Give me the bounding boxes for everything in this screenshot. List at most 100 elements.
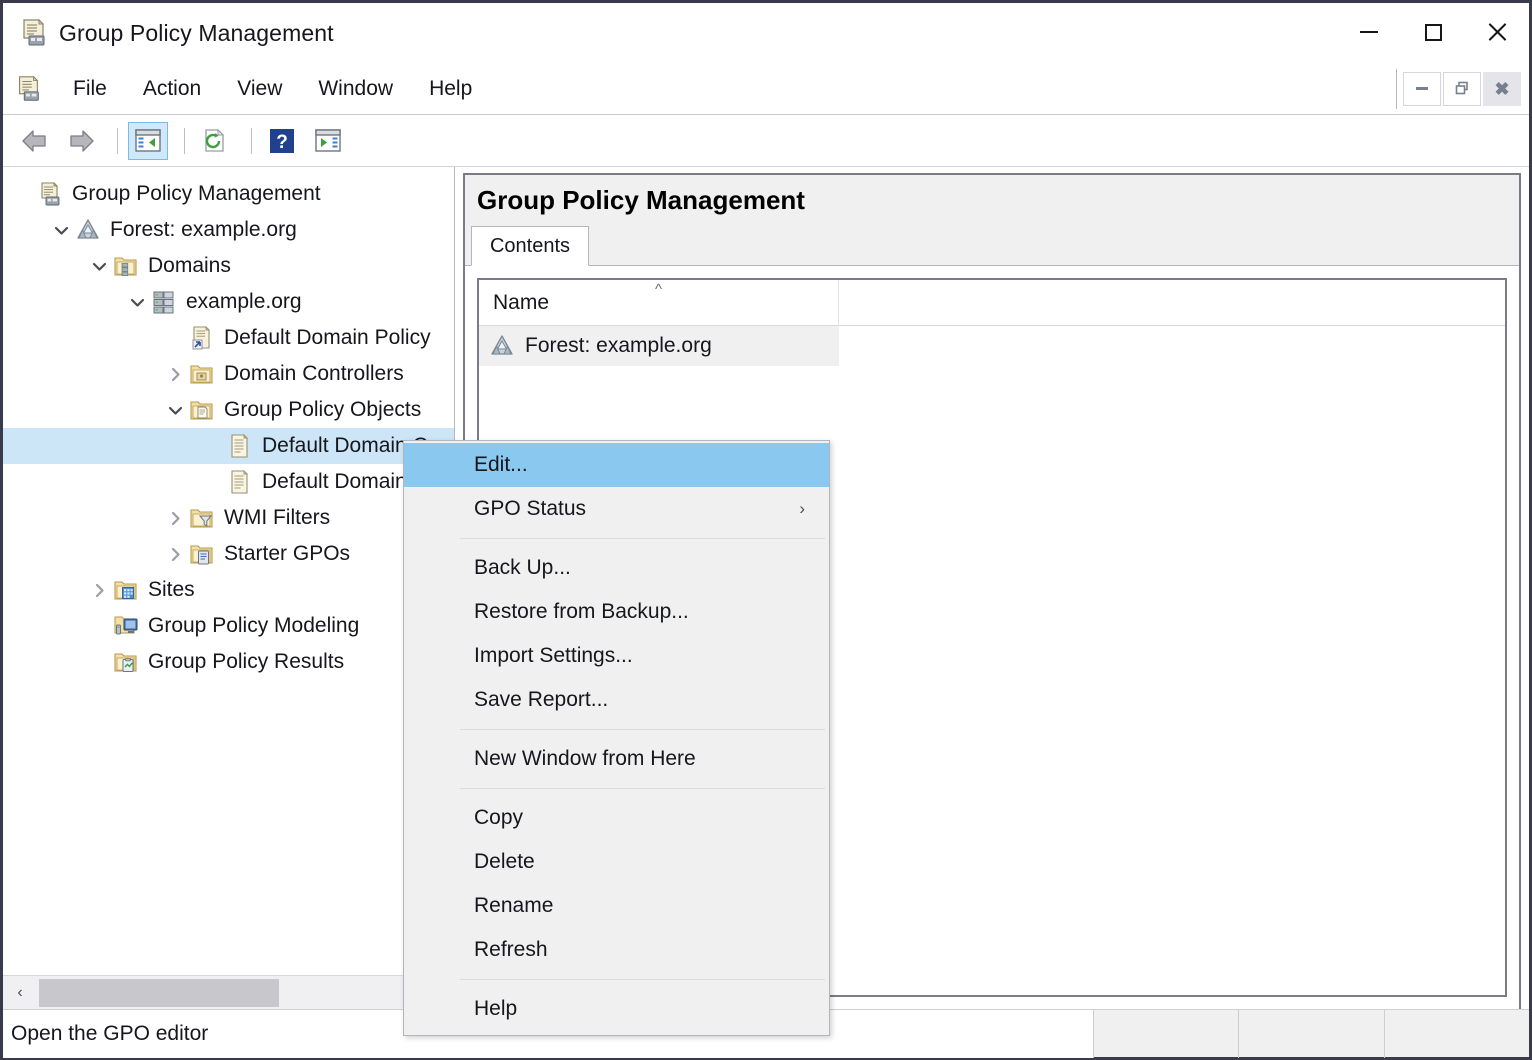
tab-contents[interactable]: Contents <box>471 226 589 266</box>
tree-node-label: WMI Filters <box>224 506 330 530</box>
chevron-right-icon[interactable] <box>161 510 189 527</box>
gpmc-console-icon <box>13 74 43 104</box>
chevron-right-icon[interactable] <box>161 546 189 563</box>
ctx-rename[interactable]: Rename <box>404 884 829 928</box>
chevron-down-icon[interactable] <box>161 402 189 419</box>
maximize-button[interactable] <box>1401 3 1465 61</box>
ou-folder-icon <box>189 361 215 387</box>
back-button[interactable] <box>15 122 55 160</box>
tree-node-group-policy-modeling[interactable]: Group Policy Modeling <box>3 608 454 644</box>
gpmc-console-icon <box>37 181 63 207</box>
chevron-right-icon <box>167 546 184 563</box>
ctx-refresh[interactable]: Refresh <box>404 928 829 972</box>
tabstrip: Contents <box>465 226 1519 266</box>
toolbar-separator <box>117 128 118 154</box>
chevron-right-icon <box>167 510 184 527</box>
context-menu[interactable]: Edit...GPO Status› Back Up... Restore from… <box>403 440 830 1036</box>
ctx-delete[interactable]: Delete <box>404 840 829 884</box>
tree-node-label: Group Policy Results <box>148 650 344 674</box>
ctx-new-window-from-here[interactable]: New Window from Here <box>404 737 829 781</box>
tree-node-group-policy-management[interactable]: Group Policy Management <box>3 176 454 212</box>
menu-item-label: Help <box>474 997 517 1021</box>
mdi-minimize-button[interactable] <box>1403 72 1441 106</box>
chevron-right-icon <box>91 582 108 599</box>
ctx-edit[interactable]: Edit... <box>404 443 829 487</box>
ctx-gpo-status[interactable]: GPO Status› <box>404 487 829 531</box>
tree-node-label: example.org <box>186 290 302 314</box>
ctx-save-report[interactable]: Save Report... <box>404 678 829 722</box>
scrollbar-thumb[interactable] <box>39 979 279 1007</box>
chevron-down-icon[interactable] <box>47 222 75 239</box>
mdi-close-button[interactable]: ✖ <box>1483 72 1521 106</box>
menu-file[interactable]: File <box>57 73 123 105</box>
tree-node-label: Sites <box>148 578 195 602</box>
menu-separator <box>460 979 825 980</box>
menu-view[interactable]: View <box>221 73 298 105</box>
menu-window[interactable]: Window <box>302 73 409 105</box>
tree-horizontal-scrollbar[interactable]: ‹ <box>3 975 454 1009</box>
tree-node-wmi-filters[interactable]: WMI Filters <box>3 500 454 536</box>
show-action-pane-button[interactable] <box>308 122 348 160</box>
minimize-button[interactable] <box>1337 3 1401 61</box>
tree-node-default-domain-policy[interactable]: Default Domain Policy <box>3 320 454 356</box>
ctx-help[interactable]: Help <box>404 987 829 1031</box>
menu-separator <box>460 729 825 730</box>
help-button[interactable]: ? <box>262 122 302 160</box>
mdi-window-controls: ✖ <box>1396 69 1523 109</box>
table-row[interactable]: Forest: example.org <box>479 326 839 366</box>
toolbar: ? <box>3 115 1529 167</box>
ctx-import-settings[interactable]: Import Settings... <box>404 634 829 678</box>
chevron-down-icon <box>129 294 146 311</box>
forest-icon <box>489 333 515 359</box>
tree-node-label: Group Policy Management <box>72 182 321 206</box>
starter-gpo-folder-icon <box>189 541 215 567</box>
chevron-right-icon[interactable] <box>85 582 113 599</box>
mdi-restore-button[interactable] <box>1443 72 1481 106</box>
menu-separator <box>460 538 825 539</box>
chevron-right-icon <box>167 366 184 383</box>
ctx-restore-from-backup[interactable]: Restore from Backup... <box>404 590 829 634</box>
show-hide-tree-button[interactable] <box>128 122 168 160</box>
gpo-icon <box>227 469 253 495</box>
menu-item-label: Delete <box>474 850 535 874</box>
tree-node-domain-controllers[interactable]: Domain Controllers <box>3 356 454 392</box>
close-button[interactable] <box>1465 3 1529 61</box>
menu-item-label: GPO Status <box>474 497 586 521</box>
tree-node-label: Default Domain <box>262 470 407 494</box>
forward-button[interactable] <box>61 122 101 160</box>
ctx-copy[interactable]: Copy <box>404 796 829 840</box>
chevron-down-icon[interactable] <box>123 294 151 311</box>
tree-node-domains[interactable]: Domains <box>3 248 454 284</box>
column-header-name-label: Name <box>493 291 549 315</box>
chevron-right-icon[interactable] <box>161 366 189 383</box>
menu-separator <box>460 788 825 789</box>
console-tree[interactable]: Group Policy Management Forest: example.o… <box>3 167 454 975</box>
menu-action[interactable]: Action <box>127 73 217 105</box>
menu-item-label: Refresh <box>474 938 548 962</box>
scroll-left-arrow-icon[interactable]: ‹ <box>3 976 37 1010</box>
tree-node-default-domain[interactable]: Default Domain <box>3 464 454 500</box>
table-cell-name: Forest: example.org <box>525 334 712 358</box>
chevron-down-icon[interactable] <box>85 258 113 275</box>
refresh-button[interactable] <box>195 122 235 160</box>
domains-folder-icon <box>113 253 139 279</box>
gpo-folder-icon <box>189 397 215 423</box>
tree-node-group-policy-objects[interactable]: Group Policy Objects <box>3 392 454 428</box>
tree-node-starter-gpos[interactable]: Starter GPOs <box>3 536 454 572</box>
menu-help[interactable]: Help <box>413 73 488 105</box>
domain-icon <box>151 289 177 315</box>
tree-node-sites[interactable]: Sites <box>3 572 454 608</box>
menu-item-label: New Window from Here <box>474 747 696 771</box>
tree-node-group-policy-results[interactable]: Group Policy Results <box>3 644 454 680</box>
column-header-name[interactable]: ^ Name <box>479 280 839 325</box>
tree-node-default-domain-c[interactable]: Default Domain C <box>3 428 454 464</box>
chevron-down-icon <box>53 222 70 239</box>
tree-node-forest-example-org[interactable]: Forest: example.org <box>3 212 454 248</box>
close-icon <box>1487 22 1507 42</box>
status-cell-3 <box>1384 1010 1529 1058</box>
tree-node-example-org[interactable]: example.org <box>3 284 454 320</box>
action-pane-icon <box>314 128 342 154</box>
ctx-back-up[interactable]: Back Up... <box>404 546 829 590</box>
title-bar: Group Policy Management <box>3 3 1529 63</box>
menu-item-label: Restore from Backup... <box>474 600 689 624</box>
